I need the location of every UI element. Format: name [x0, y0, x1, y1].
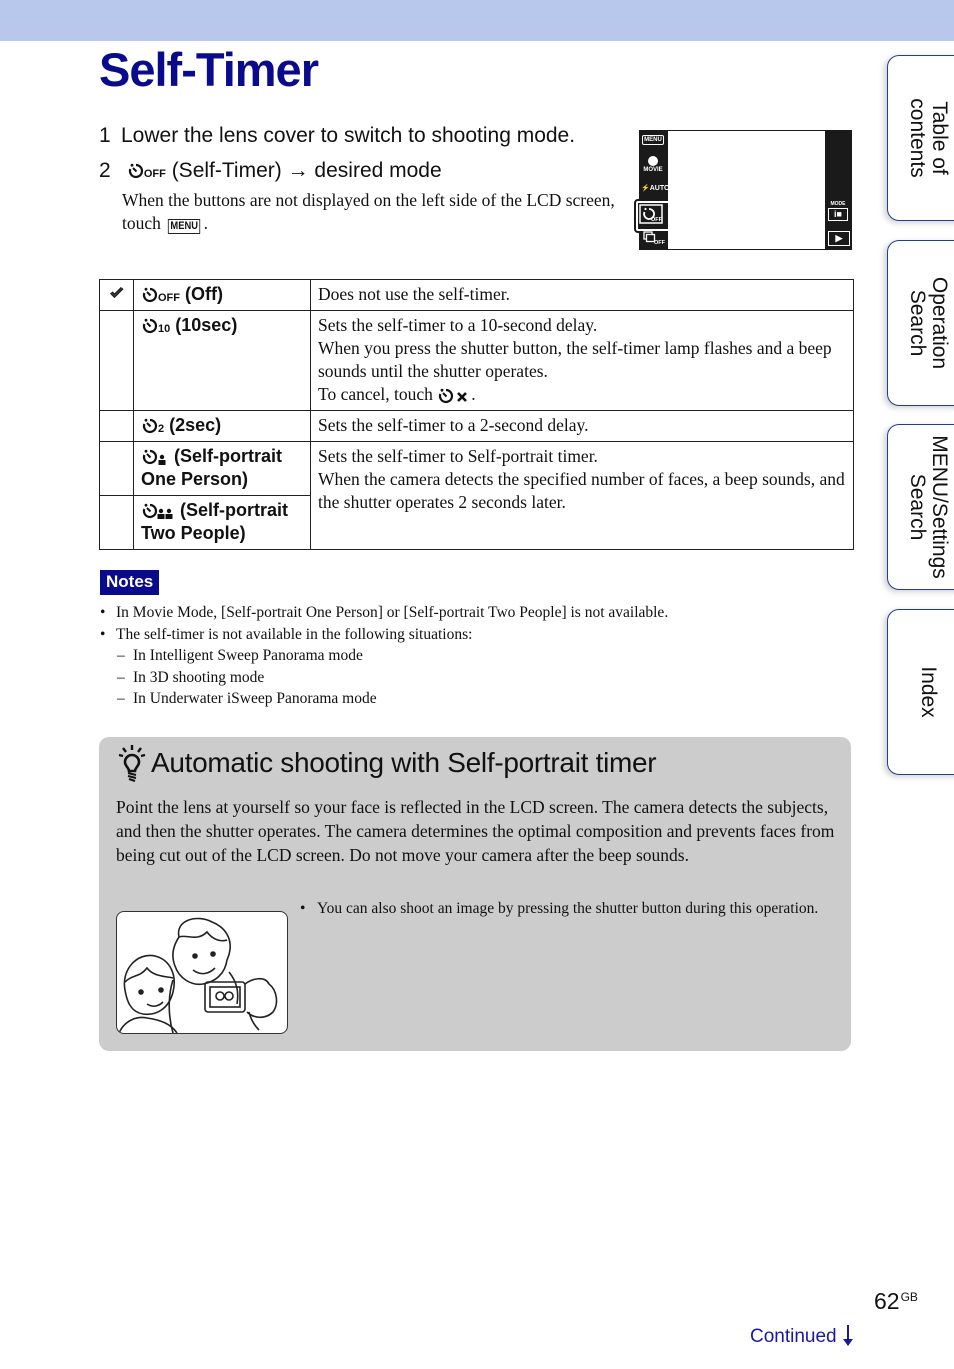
self-timer-cancel-icon [437, 387, 471, 405]
tab-label: MENU/Settings Search [906, 435, 951, 579]
lcd-self-timer-button: OFF [634, 199, 672, 233]
table-row: 10 (10sec) Sets the self-timer to a 10-s… [99, 310, 854, 411]
self-timer-off-icon: OFF [127, 162, 166, 180]
checkmark-cell [99, 410, 134, 442]
notes-badge: Notes [100, 570, 160, 595]
lcd-screen-illustration: MENU MOVIE ⚡AUTO OFF OFF MODE i■ ▶ [634, 130, 852, 250]
self-timer-10sec-icon: 10 [141, 317, 170, 335]
mode-description: Sets the self-timer to a 10-second delay… [310, 310, 854, 411]
lcd-menu-button: MENU [642, 135, 664, 145]
hint-tip: You can also shoot an image by pressing … [300, 898, 837, 920]
step-1: 1 Lower the lens cover to switch to shoot… [99, 124, 575, 148]
mode-name-cell: 2 (2sec) [133, 410, 311, 442]
step-text: (Self-Timer) [171, 159, 282, 182]
menu-button-icon: MENU [168, 219, 201, 234]
lcd-right-panel: MODE i■ ▶ [825, 130, 852, 250]
list-item: In Underwater iSweep Panorama mode [100, 688, 668, 710]
lcd-viewfinder [668, 131, 825, 249]
mode-name-cell: 10 (10sec) [133, 310, 311, 411]
self-timer-off-icon: OFF [141, 286, 180, 304]
lcd-flash-auto-button: ⚡AUTO [641, 185, 670, 192]
two-people-selfie-illustration [116, 911, 288, 1034]
tab-index[interactable]: Index [887, 609, 954, 775]
checkmark-cell [99, 310, 134, 411]
lcd-playback-button: ▶ [828, 231, 850, 246]
step-number: 2 [99, 159, 111, 182]
mode-name: (Off) [185, 284, 223, 304]
arrow-icon: → [287, 159, 309, 182]
self-timer-modes-table: OFF (Off) Does not use the self-timer. 1… [99, 279, 854, 550]
tab-label: Index [917, 666, 940, 718]
mode-description: Does not use the self-timer. [310, 279, 854, 311]
list-item: The self-timer is not available in the f… [100, 624, 668, 646]
svg-text:OFF: OFF [654, 240, 665, 245]
list-item: In Intelligent Sweep Panorama mode [100, 645, 668, 667]
mode-description: Sets the self-timer to a 2-second delay. [310, 410, 854, 442]
lcd-movie-button: MOVIE [641, 156, 665, 173]
mode-name-cell: (Self-portrait One Person) [133, 441, 311, 496]
header-band [0, 0, 954, 41]
checkmark-cell [99, 495, 134, 550]
step-text: Lower the lens cover to switch to shooti… [121, 124, 576, 147]
mode-name: (2sec) [169, 415, 222, 435]
hint-body: Point the lens at yourself so your face … [116, 797, 835, 865]
lcd-left-panel: MENU MOVIE ⚡AUTO OFF OFF [634, 130, 672, 250]
mode-description: Sets the self-timer to Self-portrait tim… [310, 441, 854, 550]
continued-link[interactable]: Continued [750, 1324, 854, 1348]
page-title: Self-Timer [99, 43, 319, 96]
checkmark-cell [99, 441, 134, 496]
mode-name-cell: OFF (Off) [133, 279, 311, 311]
step-number: 1 [99, 124, 111, 147]
step-2-note: When the buttons are not displayed on th… [122, 190, 615, 234]
lcd-burst-button: OFF [642, 231, 666, 247]
notes-list: In Movie Mode, [Self-portrait One Person… [100, 602, 668, 710]
tab-label: Operation Search [906, 276, 951, 370]
tab-operation-search[interactable]: Operation Search [887, 240, 954, 406]
hint-box: Automatic shooting with Self-portrait ti… [99, 737, 851, 1051]
step-2: 2 OFF (Self-Timer) → desired mode [99, 159, 442, 183]
tab-table-of-contents[interactable]: Table of contents [887, 55, 954, 221]
mode-name: (10sec) [175, 315, 238, 335]
table-row: 2 (2sec) Sets the self-timer to a 2-seco… [99, 410, 854, 442]
checkmark-icon [109, 286, 124, 299]
svg-text:OFF: OFF [651, 217, 663, 223]
table-row: OFF (Off) Does not use the self-timer. [99, 279, 854, 311]
lcd-mode-button: MODE i■ [828, 201, 848, 221]
hint-title: Automatic shooting with Self-portrait ti… [115, 743, 657, 783]
self-timer-two-people-icon [141, 502, 175, 520]
lightbulb-icon [118, 745, 146, 782]
tab-menu-settings-search[interactable]: MENU/Settings Search [887, 424, 954, 590]
list-item: In Movie Mode, [Self-portrait One Person… [100, 602, 668, 624]
self-timer-one-person-icon [141, 448, 169, 466]
arrow-down-icon [842, 1325, 853, 1346]
checkmark-cell [99, 279, 134, 311]
mode-name-cell: (Self-portrait Two People) [133, 495, 311, 550]
list-item: In 3D shooting mode [100, 667, 668, 689]
tab-label: Table of contents [906, 98, 951, 178]
table-row: (Self-portrait One Person) Sets the self… [99, 441, 854, 550]
page-number: 62GB [874, 1288, 918, 1314]
step-text: desired mode [314, 159, 442, 182]
self-timer-2sec-icon: 2 [141, 417, 164, 435]
